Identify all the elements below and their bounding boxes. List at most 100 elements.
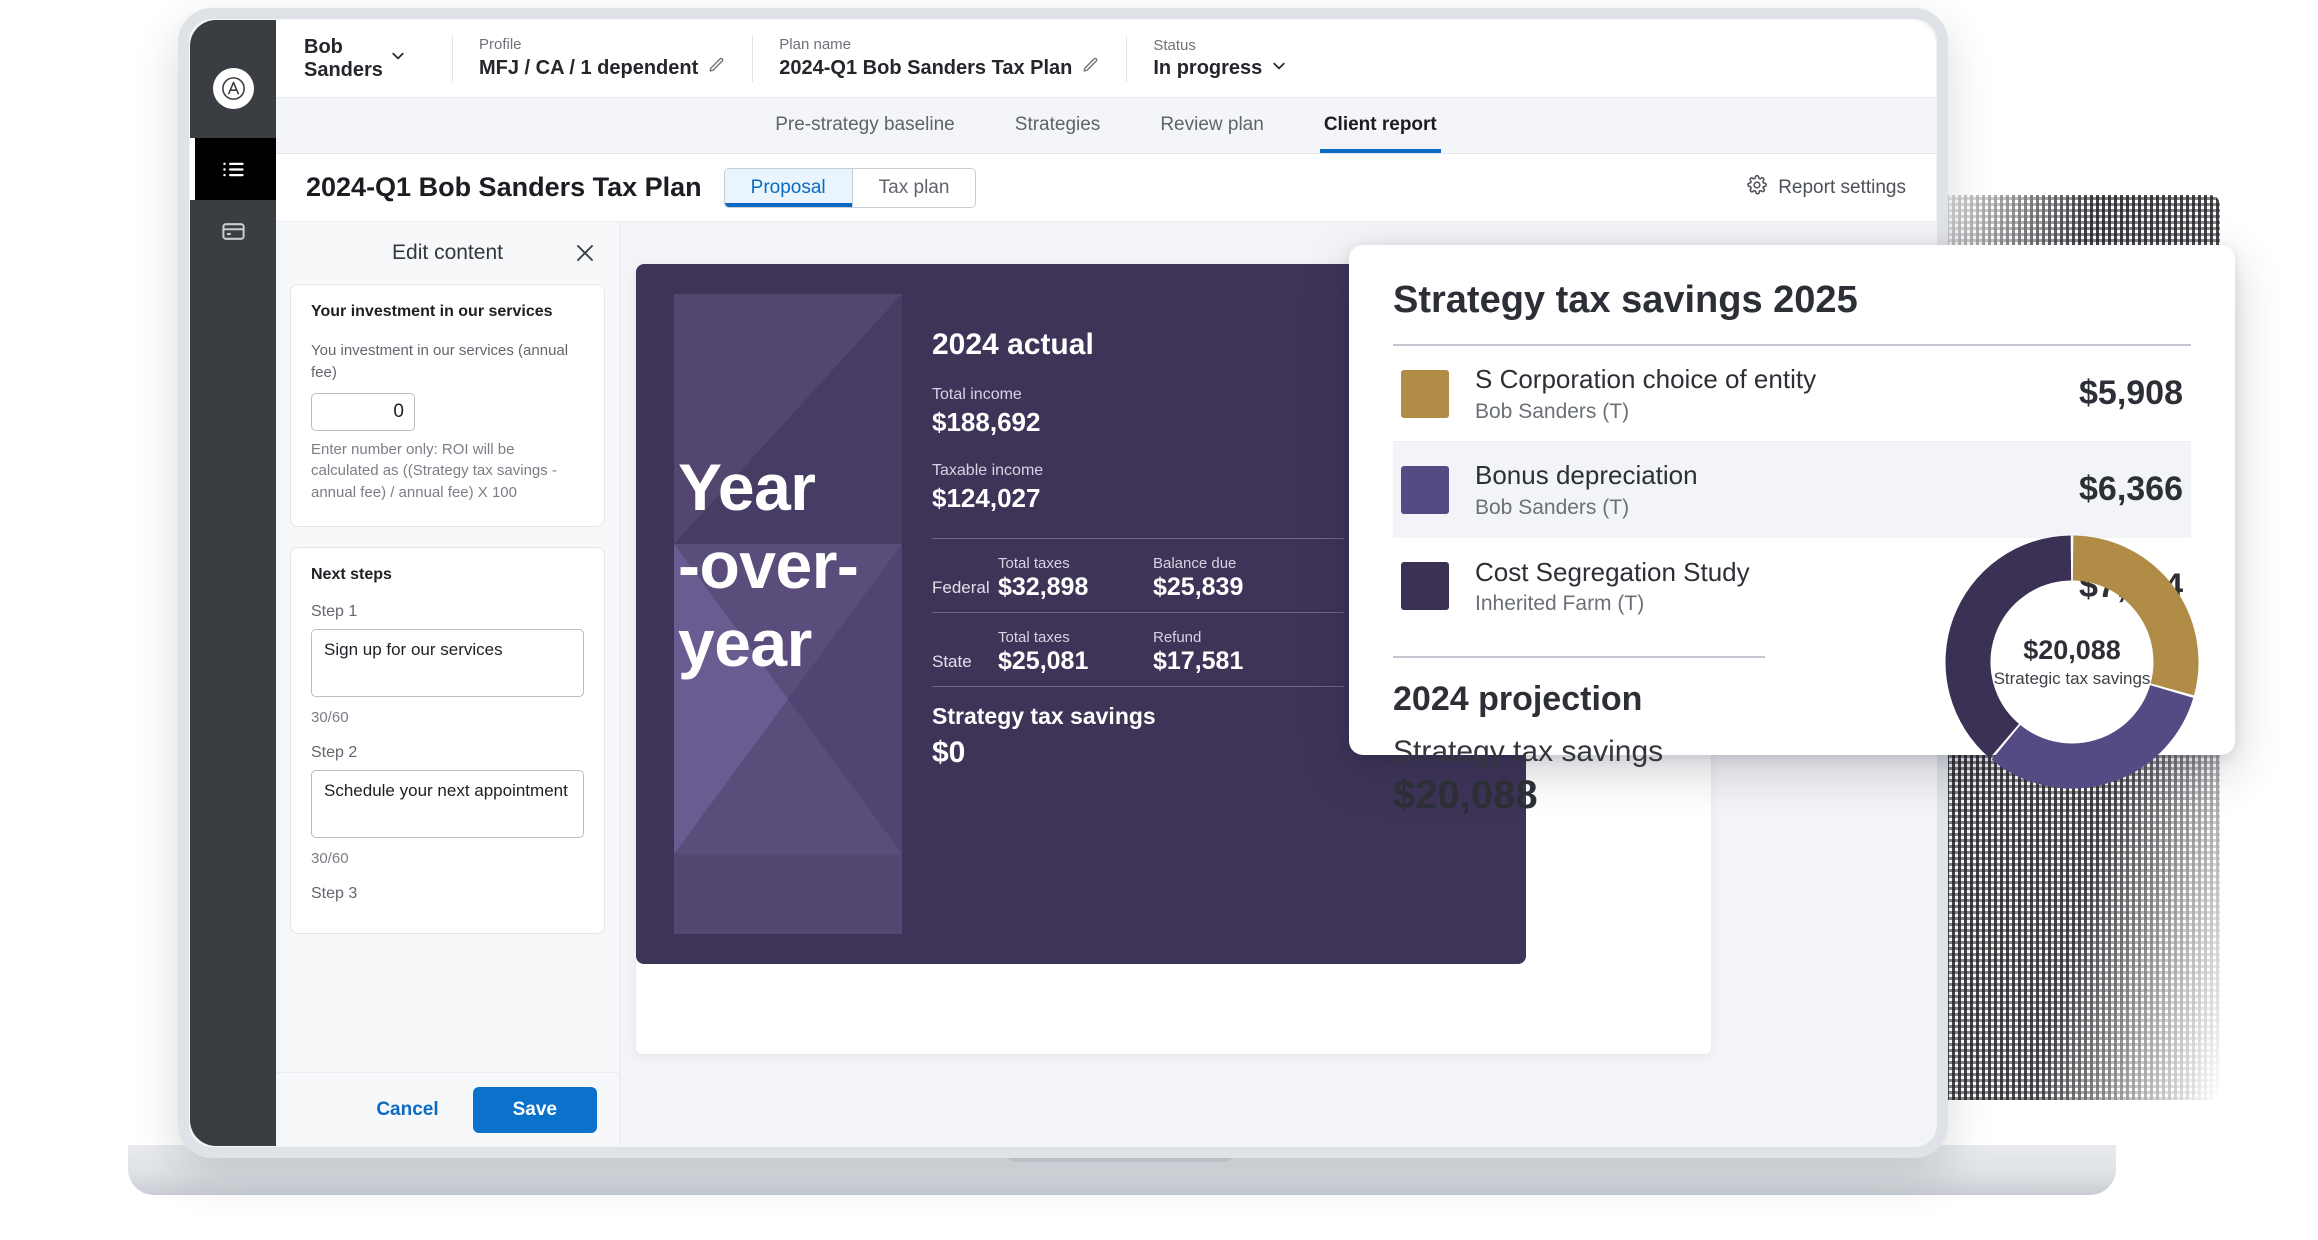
savings-row-1[interactable]: S Corporation choice of entity Bob Sande… xyxy=(1393,346,2191,442)
plan-name-field: Plan name 2024-Q1 Bob Sanders Tax Plan xyxy=(779,35,1100,81)
step-1-input[interactable] xyxy=(311,628,584,697)
investment-field-label: You investment in our services (annual f… xyxy=(311,342,569,381)
federal-total-taxes: Total taxes $32,898 xyxy=(998,555,1153,602)
header-divider-1 xyxy=(452,35,453,82)
strategy-savings-value: $0 xyxy=(932,736,966,769)
donut-slice-2 xyxy=(1991,684,2194,789)
tab-pre-strategy-baseline[interactable]: Pre-strategy baseline xyxy=(771,114,959,153)
screenshot-root: Bob Sanders Profile MFJ / CA / 1 depende… xyxy=(0,0,2318,1240)
left-nav-rail xyxy=(190,20,276,1146)
step-1-count: 30/60 xyxy=(311,708,349,726)
brand-logo-icon xyxy=(213,68,254,109)
legend-swatch-2 xyxy=(1401,465,1449,514)
client-name-line1: Bob xyxy=(304,35,343,58)
federal-jurisdiction: Federal xyxy=(932,578,990,597)
state-total-taxes-label: Total taxes xyxy=(998,629,1070,646)
divider-federal xyxy=(932,538,1344,539)
taxable-income-label: Taxable income xyxy=(932,462,1044,479)
strategy-savings-label: Strategy tax savings xyxy=(932,703,1156,729)
federal-balance-due-label: Balance due xyxy=(1153,555,1237,572)
total-income-value: $188,692 xyxy=(932,407,1041,437)
savings-row-2[interactable]: Bonus depreciation Bob Sanders (T) $6,36… xyxy=(1393,442,2191,538)
edit-panel-footer: Cancel Save xyxy=(276,1072,619,1146)
donut-chart: $20,088 Strategic tax savings xyxy=(1945,535,2199,789)
pencil-icon[interactable] xyxy=(707,56,726,80)
next-steps-card: Next steps Step 1 30/60 Step 2 30/60 Ste… xyxy=(290,546,605,934)
tab-review-plan[interactable]: Review plan xyxy=(1156,114,1268,153)
pencil-icon-plan[interactable] xyxy=(1081,56,1100,80)
investment-card-title: Your investment in our services xyxy=(311,303,553,320)
state-jurisdiction: State xyxy=(932,652,972,671)
edit-panel-header: Edit content xyxy=(276,222,619,284)
cancel-button[interactable]: Cancel xyxy=(358,1089,456,1131)
client-selector[interactable]: Bob Sanders xyxy=(276,36,426,81)
app-header: Bob Sanders Profile MFJ / CA / 1 depende… xyxy=(276,20,1936,98)
gear-icon xyxy=(1746,174,1768,202)
view-segmented-control: Proposal Tax plan xyxy=(723,167,977,208)
segment-tax-plan[interactable]: Tax plan xyxy=(852,168,976,207)
actual-figures: 2024 actual Total income $188,692 Taxabl… xyxy=(932,328,1382,770)
profile-value: MFJ / CA / 1 dependent xyxy=(479,57,699,80)
close-icon[interactable] xyxy=(573,241,597,265)
report-subheader: 2024-Q1 Bob Sanders Tax Plan Proposal Ta… xyxy=(276,154,1936,222)
legend-swatch-3 xyxy=(1401,562,1449,610)
chevron-down-icon-status xyxy=(1271,57,1287,79)
save-button[interactable]: Save xyxy=(472,1086,597,1133)
page-title: 2024-Q1 Bob Sanders Tax Plan xyxy=(306,172,702,202)
step-2-input[interactable] xyxy=(311,769,584,838)
segment-proposal[interactable]: Proposal xyxy=(724,168,852,207)
federal-balance-due-value: $25,839 xyxy=(1153,573,1244,601)
savings-row-1-owner: Bob Sanders (T) xyxy=(1475,399,1630,423)
status-value: In progress xyxy=(1153,57,1263,80)
annual-fee-input[interactable] xyxy=(311,392,415,431)
plan-name-value: 2024-Q1 Bob Sanders Tax Plan xyxy=(779,57,1073,80)
legend-swatch-1 xyxy=(1401,369,1449,418)
client-name-line2: Sanders xyxy=(304,58,383,81)
taxable-income-value: $124,027 xyxy=(932,483,1041,513)
investment-card: Your investment in our services You inve… xyxy=(290,284,605,527)
step-1-label: Step 1 xyxy=(311,602,358,620)
state-total-taxes: Total taxes $25,081 xyxy=(998,629,1153,676)
savings-row-1-name: S Corporation choice of entity xyxy=(1475,364,1817,395)
report-settings-label: Report settings xyxy=(1778,176,1906,198)
federal-total-taxes-label: Total taxes xyxy=(998,555,1070,572)
profile-label: Profile xyxy=(479,35,522,53)
savings-row-2-owner: Bob Sanders (T) xyxy=(1475,495,1630,519)
status-field: Status In progress xyxy=(1153,36,1287,79)
savings-row-2-amount: $6,366 xyxy=(2079,470,2183,508)
tax-row-federal: Federal Total taxes $32,898 Balance due … xyxy=(932,555,1382,602)
savings-row-2-name: Bonus depreciation xyxy=(1475,460,1698,491)
header-divider-3 xyxy=(1126,35,1128,82)
tab-client-report[interactable]: Client report xyxy=(1319,114,1441,153)
sidebar-item-card[interactable] xyxy=(190,200,276,262)
projection-rule xyxy=(1393,656,1765,658)
chevron-down-icon xyxy=(390,47,406,70)
savings-row-1-amount: $5,908 xyxy=(2079,374,2183,412)
savings-card-title: Strategy tax savings 2025 xyxy=(1393,279,1858,321)
state-refund-label: Refund xyxy=(1153,629,1202,646)
edit-panel-scroll[interactable]: Your investment in our services You inve… xyxy=(276,284,619,1072)
edit-panel-title: Edit content xyxy=(392,241,503,264)
header-divider-2 xyxy=(752,35,754,82)
report-settings-button[interactable]: Report settings xyxy=(1746,174,1906,202)
sidebar-item-list[interactable] xyxy=(190,138,276,200)
divider-savings xyxy=(932,686,1344,687)
profile-field: Profile MFJ / CA / 1 dependent xyxy=(479,35,726,81)
plan-name-label: Plan name xyxy=(779,35,851,53)
step-2-count: 30/60 xyxy=(311,849,349,867)
donut-slice-1 xyxy=(2072,535,2199,696)
total-income-label: Total income xyxy=(932,386,1022,403)
status-dropdown[interactable]: In progress xyxy=(1153,57,1287,79)
hero-text: Year -over-year xyxy=(678,450,859,680)
investment-help-text: Enter number only: ROI will be calculate… xyxy=(311,440,557,502)
section-title: 2024 actual xyxy=(932,328,1094,361)
divider-state xyxy=(932,612,1344,613)
federal-balance-due: Balance due $25,839 xyxy=(1153,555,1303,602)
state-refund-value: $17,581 xyxy=(1153,647,1244,675)
tax-row-state: State Total taxes $25,081 Refund $17,581 xyxy=(932,629,1382,676)
donut-slice-3 xyxy=(1945,535,2072,759)
state-total-taxes-value: $25,081 xyxy=(998,647,1089,675)
tab-strategies[interactable]: Strategies xyxy=(1011,114,1105,153)
status-label: Status xyxy=(1153,36,1196,54)
edit-content-panel: Edit content Your investment in our serv… xyxy=(276,222,620,1146)
